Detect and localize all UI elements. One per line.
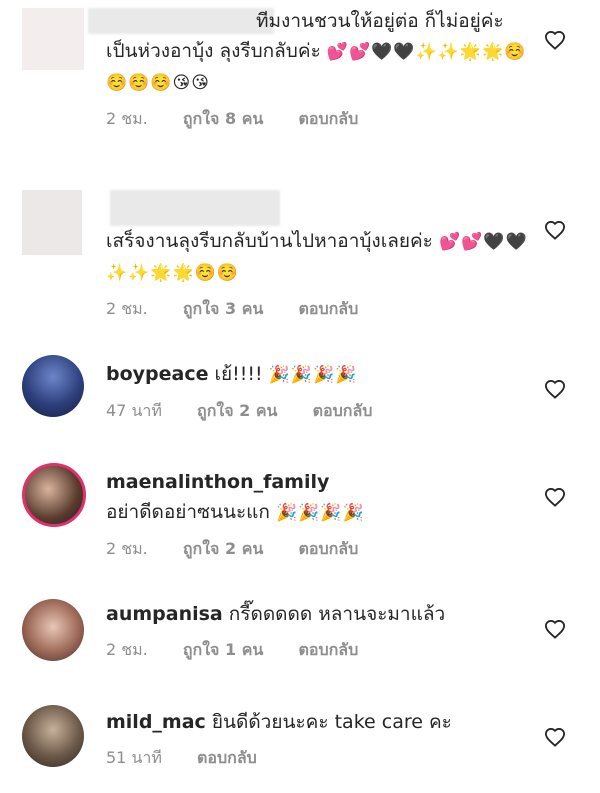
comment-meta: 2 ชม. ถูกใจ 2 คน ตอบกลับ [106,537,536,562]
comment-username[interactable]: maenalinthon_family [106,471,329,493]
comment-meta: 2 ชม. ถูกใจ 3 คน ตอบกลับ [106,297,536,322]
comment-meta: 51 นาที ตอบกลับ [106,746,536,771]
avatar[interactable] [22,599,84,661]
reply-button[interactable]: ตอบกลับ [298,297,358,322]
heart-outline-icon[interactable] [544,30,566,50]
comment-time: 51 นาที [106,748,162,767]
comment-body: กรี๊ดดดดด หลานจะมาแล้ว [228,603,446,625]
comment-text: mild_mac ยินดีด้วยนะคะ take care คะ [106,707,536,737]
heart-outline-icon[interactable] [544,220,566,240]
comment-meta: 2 ชม. ถูกใจ 8 คน ตอบกลับ [106,107,536,132]
comment-likes[interactable]: ถูกใจ 8 คน [183,107,263,132]
reply-button[interactable]: ตอบกลับ [197,746,257,771]
comment-likes[interactable]: ถูกใจ 1 คน [183,638,263,663]
heart-outline-icon[interactable] [544,619,566,639]
reply-button[interactable]: ตอบกลับ [298,537,358,562]
comment-username[interactable]: mild_mac [106,711,206,733]
comment-time: 47 นาที [106,401,162,420]
avatar[interactable] [22,190,82,255]
avatar[interactable] [22,8,84,70]
comment-body: เสร็จงานลุงรีบกลับบ้านไปหาอาบุ้งเลยค่ะ [106,230,433,252]
comment-time: 2 ชม. [106,299,148,318]
avatar[interactable] [22,355,84,417]
reply-button[interactable]: ตอบกลับ [313,399,373,424]
comment-meta: 47 นาที ถูกใจ 2 คน ตอบกลับ [106,399,536,424]
avatar[interactable] [22,463,86,527]
comment-meta: 2 ชม. ถูกใจ 1 คน ตอบกลับ [106,638,536,663]
reply-button[interactable]: ตอบกลับ [298,638,358,663]
comment-body: อย่าดีดอย่าซนนะแก [106,501,270,523]
comment-likes[interactable]: ถูกใจ 2 คน [197,399,277,424]
comment-text: aumpanisa กรี๊ดดดดด หลานจะมาแล้ว [106,599,536,629]
comment-text: maenalinthon_family อย่าดีดอย่าซนนะแก 🎉🎉… [106,467,536,528]
comment-time: 2 ชม. [106,640,148,659]
comment-body: ยินดีด้วยนะคะ take care คะ [211,711,452,733]
comment-emoji: 🎉🎉🎉🎉 [275,503,365,523]
comment-body: เย้!!!! [214,363,263,385]
comment-username[interactable]: boypeace [106,363,209,385]
comment-time: 2 ชม. [106,539,148,558]
comment-time: 2 ชม. [106,109,148,128]
comment-text: boypeace เย้!!!! 🎉🎉🎉🎉 [106,359,536,390]
heart-outline-icon[interactable] [544,379,566,399]
comment-likes[interactable]: ถูกใจ 3 คน [183,297,263,322]
comment-text: เสร็จงานลุงรีบกลับบ้านไปหาอาบุ้งเลยค่ะ 💕… [106,226,536,288]
heart-outline-icon[interactable] [544,487,566,507]
comment-emoji: 🎉🎉🎉🎉 [268,365,358,385]
redacted-username [110,190,280,226]
reply-button[interactable]: ตอบกลับ [298,107,358,132]
comment-likes[interactable]: ถูกใจ 2 คน [183,537,263,562]
avatar[interactable] [22,705,84,767]
comment-username[interactable]: aumpanisa [106,603,223,625]
comment-text: ทีมงานชวนให้อยู่ต่อ ก็ไม่อยู่ค่ะ เป็นห่ว… [106,6,536,98]
heart-outline-icon[interactable] [544,727,566,747]
